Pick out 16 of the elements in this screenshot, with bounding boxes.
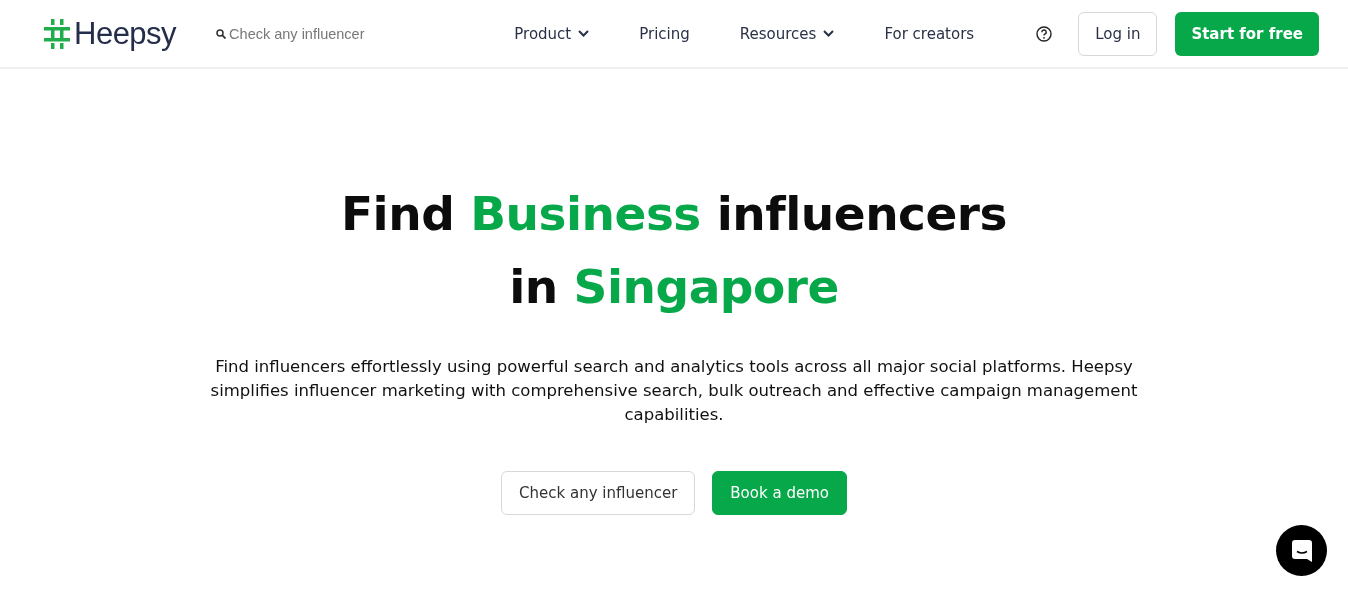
nav-link[interactable]: Pricing	[639, 24, 690, 43]
nav-link[interactable]: Product	[514, 24, 590, 43]
help-icon[interactable]	[1036, 25, 1053, 42]
logo-icon	[44, 18, 70, 49]
check-button[interactable]: Check any influencer	[501, 471, 696, 515]
hero-heading: Find Business influencers in Singapore	[341, 185, 1007, 316]
chevron-down-icon	[578, 30, 590, 37]
login-button[interactable]: Log in	[1078, 11, 1158, 56]
hero-description: Find influencers effortlessly using powerful search and analytics tools across all major social platforms. Heepsy simplifies influencer marketing with comprehensive search, bulk outreach and effective campaign management capabilities.	[209, 356, 1139, 426]
nav-link[interactable]: Resources	[739, 24, 835, 43]
search-icon	[216, 28, 227, 39]
chevron-down-icon	[823, 30, 835, 37]
chat-icon	[1291, 539, 1312, 562]
chat-button[interactable]	[1276, 525, 1327, 576]
logo-text[interactable]: Heepsy	[74, 15, 177, 52]
nav-link[interactable]: For creators	[884, 24, 975, 43]
